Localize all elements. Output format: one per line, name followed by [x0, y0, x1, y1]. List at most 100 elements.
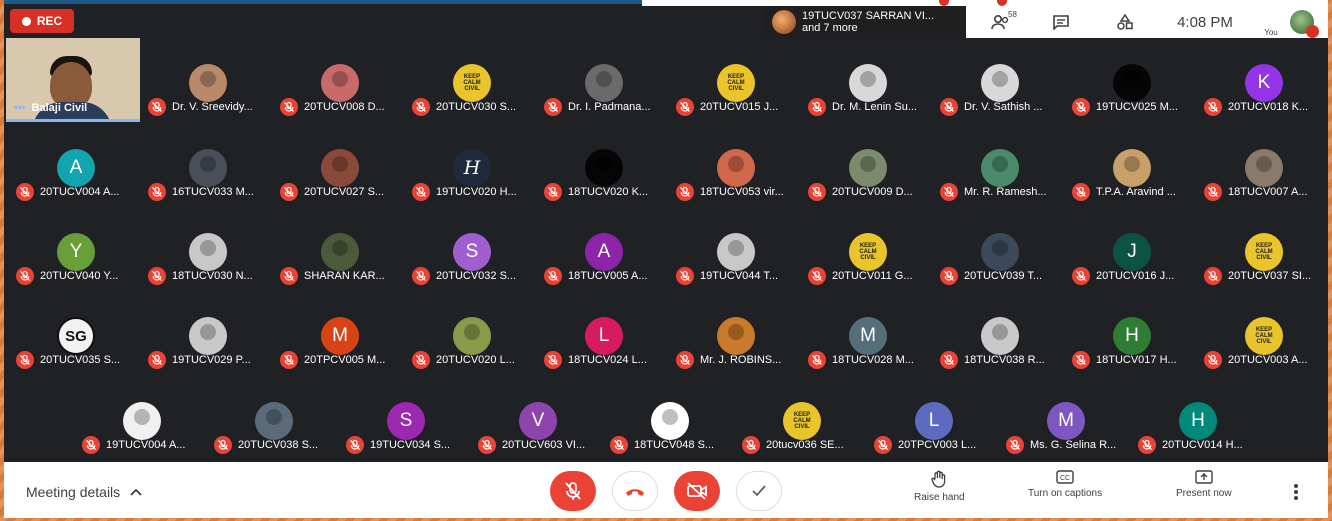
- participant-tile[interactable]: 18TUCV030 N...: [142, 207, 274, 291]
- participant-tile[interactable]: L 18TUCV024 L...: [538, 291, 670, 375]
- participant-name: 20TUCV032 S...: [436, 270, 517, 282]
- participant-name: 20TUCV040 Y...: [40, 270, 119, 282]
- participant-tile[interactable]: SHARAN KAR...: [274, 207, 406, 291]
- participant-tile[interactable]: KEEP CALM CIVIL 20TUCV030 S...: [406, 38, 538, 122]
- participant-tile[interactable]: Mr. J. ROBINS...: [670, 291, 802, 375]
- participant-tile[interactable]: KEEP CALM CIVIL 20tucv036 SE...: [736, 376, 868, 460]
- participant-label: 20TPCV005 M...: [280, 351, 402, 369]
- participant-tile[interactable]: 18TUCV053 vir...: [670, 123, 802, 207]
- participant-tile[interactable]: L 20TPCV003 L...: [868, 376, 1000, 460]
- participant-tile[interactable]: M 20TPCV005 M...: [274, 291, 406, 375]
- participant-label: Ms. G. Selina R...: [1006, 436, 1128, 454]
- people-button[interactable]: 58: [986, 6, 1017, 38]
- participant-tile[interactable]: Dr. M. Lenin Su...: [802, 38, 934, 122]
- mic-muted-icon: [1072, 351, 1090, 369]
- mic-muted-icon: [214, 436, 232, 454]
- participant-tile[interactable]: S 19TUCV034 S...: [340, 376, 472, 460]
- participant-tile[interactable]: KEEP CALM CIVIL 20TUCV015 J...: [670, 38, 802, 122]
- participant-tile[interactable]: K 20TUCV018 K...: [1198, 38, 1328, 122]
- participant-tile[interactable]: A 20TUCV004 A...: [10, 123, 142, 207]
- check-button[interactable]: [736, 471, 782, 511]
- participant-tile[interactable]: T.P.A. Aravind ...: [1066, 123, 1198, 207]
- participant-avatar: [255, 402, 293, 440]
- participant-tile[interactable]: Dr. V. Sathish ...: [934, 38, 1066, 122]
- presenter-chip[interactable]: 19TUCV037 SARRAN VI... and 7 more: [766, 6, 970, 38]
- participant-tile[interactable]: Dr. I. Padmana...: [538, 38, 670, 122]
- people-count: 58: [1008, 10, 1017, 19]
- participant-name: 18TUCV007 A...: [1228, 186, 1308, 198]
- participant-label: 20TUCV030 S...: [412, 98, 534, 116]
- captions-icon: CC: [1056, 470, 1074, 484]
- participant-tile[interactable]: J 20TUCV016 J...: [1066, 207, 1198, 291]
- participant-tile[interactable]: V 20TUCV603 VI...: [472, 376, 604, 460]
- participant-tile[interactable]: M 18TUCV028 M...: [802, 291, 934, 375]
- mic-muted-icon: [940, 98, 958, 116]
- participant-tile[interactable]: H 18TUCV017 H...: [1066, 291, 1198, 375]
- participant-tile[interactable]: M Ms. G. Selina R...: [1000, 376, 1132, 460]
- participant-tile[interactable]: H 20TUCV014 H...: [1132, 376, 1264, 460]
- raise-hand-button[interactable]: Raise hand: [914, 470, 965, 503]
- participant-label: 20TPCV003 L...: [874, 436, 996, 454]
- participant-name: T.P.A. Aravind ...: [1096, 186, 1176, 198]
- participant-tile[interactable]: 18TUCV038 R...: [934, 291, 1066, 375]
- mic-muted-icon: [148, 98, 166, 116]
- participant-tile[interactable]: S 20TUCV032 S...: [406, 207, 538, 291]
- participant-label: 18TUCV028 M...: [808, 351, 930, 369]
- participant-tile[interactable]: 20TUCV039 T...: [934, 207, 1066, 291]
- participant-tile[interactable]: KEEP CALM CIVIL 20TUCV003 A...: [1198, 291, 1328, 375]
- leave-call-button[interactable]: [612, 471, 658, 511]
- mic-muted-icon: [544, 267, 562, 285]
- participant-label: 19TUCV025 M...: [1072, 98, 1194, 116]
- present-now-button[interactable]: Present now: [1176, 470, 1232, 499]
- participant-label: 20TUCV011 G...: [808, 267, 930, 285]
- participant-tile[interactable]: 19TUCV029 P...: [142, 291, 274, 375]
- participant-tile[interactable]: A 18TUCV005 A...: [538, 207, 670, 291]
- participant-tile[interactable]: 18TUCV020 K...: [538, 123, 670, 207]
- participant-name: 20TUCV020 L...: [436, 354, 515, 366]
- participant-tile[interactable]: H 19TUCV020 H...: [406, 123, 538, 207]
- participant-tile[interactable]: 20TUCV038 S...: [208, 376, 340, 460]
- chat-button[interactable]: [1050, 6, 1072, 38]
- mic-toggle-button[interactable]: [550, 471, 596, 511]
- mic-muted-icon: [412, 267, 430, 285]
- participant-name: 20TUCV014 H...: [1162, 439, 1243, 451]
- participant-name: 20TUCV004 A...: [40, 186, 120, 198]
- participant-name: 20TUCV003 A...: [1228, 354, 1308, 366]
- participant-tile[interactable]: 20TUCV020 L...: [406, 291, 538, 375]
- meeting-details-button[interactable]: Meeting details: [26, 484, 142, 500]
- participant-tile[interactable]: 19TUCV044 T...: [670, 207, 802, 291]
- participant-tile[interactable]: 16TUCV033 M...: [142, 123, 274, 207]
- participant-tile[interactable]: 18TUCV048 S...: [604, 376, 736, 460]
- participant-avatar: S: [387, 402, 425, 440]
- participant-tile[interactable]: 20TUCV008 D...: [274, 38, 406, 122]
- camera-toggle-button[interactable]: [674, 471, 720, 511]
- mic-muted-icon: [1006, 436, 1024, 454]
- participant-tile[interactable]: 19TUCV025 M...: [1066, 38, 1198, 122]
- captions-button[interactable]: CC Turn on captions: [1028, 470, 1102, 499]
- participant-tile[interactable]: 18TUCV007 A...: [1198, 123, 1328, 207]
- participant-label: 20TUCV009 D...: [808, 183, 930, 201]
- participant-tile[interactable]: 20TUCV009 D...: [802, 123, 934, 207]
- participant-tile[interactable]: SG 20TUCV035 S...: [10, 291, 142, 375]
- participant-tile[interactable]: Y 20TUCV040 Y...: [10, 207, 142, 291]
- more-options-button[interactable]: [1294, 484, 1298, 502]
- participant-name: Mr. J. ROBINS...: [700, 354, 782, 366]
- participant-avatar: [651, 402, 689, 440]
- mic-muted-icon: [940, 351, 958, 369]
- participant-avatar: [849, 149, 887, 187]
- self-name: Balaji Civil: [31, 102, 88, 114]
- check-icon: [752, 485, 766, 497]
- participant-label: 20TUCV015 J...: [676, 98, 798, 116]
- participant-tile[interactable]: Mr. R. Ramesh...: [934, 123, 1066, 207]
- mic-muted-icon: [280, 183, 298, 201]
- recording-badge: REC: [10, 9, 74, 33]
- activities-button[interactable]: [1114, 6, 1136, 38]
- participant-tile[interactable]: Dr. V. Sreevidy...: [142, 38, 274, 122]
- participant-tile[interactable]: KEEP CALM CIVIL 20TUCV011 G...: [802, 207, 934, 291]
- participant-tile[interactable]: KEEP CALM CIVIL 20TUCV037 SI...: [1198, 207, 1328, 291]
- participant-avatar: [189, 317, 227, 355]
- participant-tile[interactable]: 20TUCV027 S...: [274, 123, 406, 207]
- participant-tile[interactable]: 19TUCV004 A...: [76, 376, 208, 460]
- participant-name: 18TUCV020 K...: [568, 186, 649, 198]
- self-video-tile[interactable]: ••• Balaji Civil: [6, 38, 140, 122]
